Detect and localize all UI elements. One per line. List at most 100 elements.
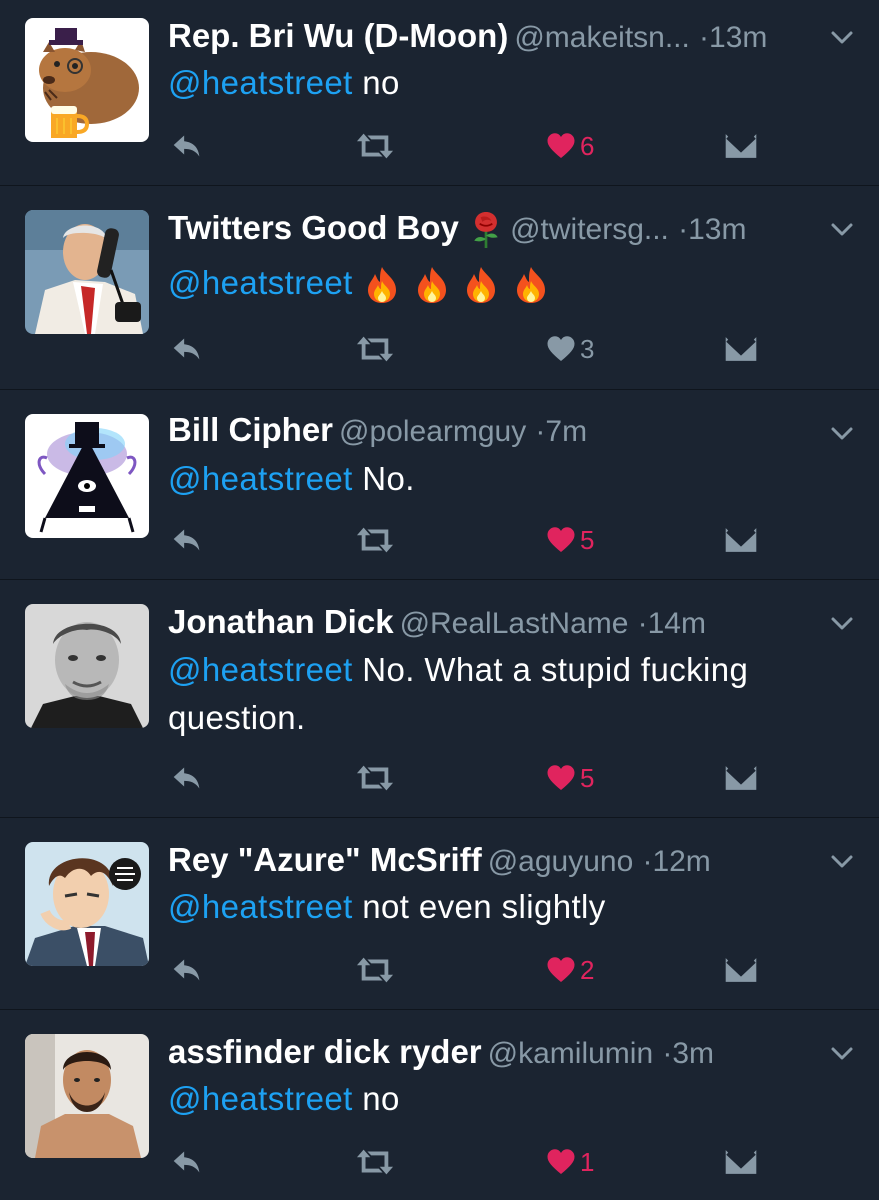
fire-icon xyxy=(362,264,402,306)
tweet[interactable]: Rep. Bri Wu (D-Moon) @makeitsn... ·13m @h… xyxy=(0,0,879,186)
user-handle[interactable]: @RealLastName xyxy=(400,607,629,640)
direct-message-button[interactable] xyxy=(724,950,758,990)
display-name[interactable]: Rey "Azure" McSriff xyxy=(168,841,482,878)
separator-dot: · xyxy=(662,1037,673,1070)
direct-message-button[interactable] xyxy=(724,126,758,166)
fire-icon xyxy=(511,264,551,306)
tweet-actions: 1 xyxy=(168,1142,799,1182)
timestamp[interactable]: 13m xyxy=(688,213,746,246)
user-handle[interactable]: @aguyuno xyxy=(488,845,634,878)
user-handle[interactable]: @twitersg... xyxy=(510,213,669,246)
reply-button[interactable] xyxy=(168,126,206,166)
like-count: 2 xyxy=(580,954,595,985)
retweet-icon xyxy=(354,127,396,165)
like-count: 6 xyxy=(580,130,595,161)
tweet-text: @heatstreet not even slightly xyxy=(168,884,839,930)
fire-icon xyxy=(461,264,501,306)
like-button[interactable]: 2 xyxy=(546,950,594,990)
like-button[interactable]: 3 xyxy=(546,329,594,369)
retweet-button[interactable] xyxy=(354,126,396,166)
separator-dot: · xyxy=(535,415,546,448)
mention-link[interactable]: @heatstreet xyxy=(168,1080,353,1117)
tweet[interactable]: Rey "Azure" McSriff @aguyuno ·12m @heatst… xyxy=(0,818,879,1010)
shirtless-man-photo xyxy=(25,1034,149,1158)
retweet-icon xyxy=(354,1143,396,1181)
reply-icon xyxy=(168,1143,206,1181)
display-name[interactable]: assfinder dick ryder xyxy=(168,1033,482,1070)
retweet-button[interactable] xyxy=(354,950,396,990)
like-button[interactable]: 5 xyxy=(546,520,594,560)
envelope-icon xyxy=(724,131,758,161)
retweet-button[interactable] xyxy=(354,1142,396,1182)
tweet[interactable]: Bill Cipher @polearmguy ·7m @heatstreet N… xyxy=(0,390,879,580)
avatar[interactable] xyxy=(25,842,149,966)
avatar[interactable] xyxy=(25,210,149,334)
reply-button[interactable] xyxy=(168,520,206,560)
heart-icon xyxy=(546,956,576,984)
envelope-icon xyxy=(724,525,758,555)
tweet-actions: 2 xyxy=(168,950,799,990)
chevron-down-icon[interactable] xyxy=(827,608,857,638)
envelope-icon xyxy=(724,1147,758,1177)
separator-dot: · xyxy=(642,845,653,878)
reply-icon xyxy=(168,521,206,559)
timestamp[interactable]: 7m xyxy=(545,415,587,448)
retweet-button[interactable] xyxy=(354,520,396,560)
avatar[interactable] xyxy=(25,18,149,142)
direct-message-button[interactable] xyxy=(724,758,758,798)
envelope-icon xyxy=(724,334,758,364)
avatar[interactable] xyxy=(25,1034,149,1158)
like-count: 5 xyxy=(580,524,595,555)
chevron-down-icon[interactable] xyxy=(827,846,857,876)
direct-message-button[interactable] xyxy=(724,329,758,369)
reply-button[interactable] xyxy=(168,1142,206,1182)
reply-icon xyxy=(168,759,206,797)
timestamp[interactable]: 12m xyxy=(652,845,710,878)
timestamp[interactable]: 13m xyxy=(709,21,767,54)
reply-button[interactable] xyxy=(168,329,206,369)
mention-link[interactable]: @heatstreet xyxy=(168,888,353,925)
chevron-down-icon[interactable] xyxy=(827,1038,857,1068)
reply-button[interactable] xyxy=(168,758,206,798)
like-button[interactable]: 1 xyxy=(546,1142,594,1182)
direct-message-button[interactable] xyxy=(724,1142,758,1182)
avatar[interactable] xyxy=(25,604,149,728)
separator-dot: · xyxy=(699,21,710,54)
tweet[interactable]: Twitters Good Boy @twitersg... ·13m @hea… xyxy=(0,186,879,390)
separator-dot: · xyxy=(637,607,648,640)
tweet[interactable]: assfinder dick ryder @kamilumin ·3m @heat… xyxy=(0,1010,879,1200)
direct-message-button[interactable] xyxy=(724,520,758,560)
tweet-actions: 5 xyxy=(168,758,799,798)
mention-link[interactable]: @heatstreet xyxy=(168,64,353,101)
retweet-button[interactable] xyxy=(354,758,396,798)
tweet-text: @heatstreet no xyxy=(168,1076,839,1122)
display-name[interactable]: Rep. Bri Wu (D-Moon) xyxy=(168,17,508,54)
mention-link[interactable]: @heatstreet xyxy=(168,460,353,497)
tweet-body: not even slightly xyxy=(362,888,606,925)
chevron-down-icon[interactable] xyxy=(827,214,857,244)
timestamp[interactable]: 14m xyxy=(648,607,706,640)
chevron-down-icon[interactable] xyxy=(827,418,857,448)
chevron-down-icon[interactable] xyxy=(827,22,857,52)
tweet-body: no xyxy=(362,1080,400,1117)
like-button[interactable]: 6 xyxy=(546,126,594,166)
timestamp[interactable]: 3m xyxy=(672,1037,714,1070)
avatar[interactable] xyxy=(25,414,149,538)
retweet-button[interactable] xyxy=(354,329,396,369)
display-name[interactable]: Twitters Good Boy xyxy=(168,209,459,246)
reply-button[interactable] xyxy=(168,950,206,990)
display-name[interactable]: Bill Cipher xyxy=(168,411,333,448)
tweet[interactable]: Jonathan Dick @RealLastName ·14m @heatstr… xyxy=(0,580,879,818)
mention-link[interactable]: @heatstreet xyxy=(168,264,353,301)
retweet-icon xyxy=(354,759,396,797)
user-handle[interactable]: @makeitsn... xyxy=(514,21,690,54)
tweet-text: @heatstreet no xyxy=(168,60,839,106)
retweet-icon xyxy=(354,521,396,559)
display-name[interactable]: Jonathan Dick xyxy=(168,603,394,640)
mention-link[interactable]: @heatstreet xyxy=(168,651,353,688)
user-handle[interactable]: @polearmguy xyxy=(339,415,526,448)
triangle-character-icon xyxy=(25,414,149,538)
like-button[interactable]: 5 xyxy=(546,758,594,798)
fire-icon xyxy=(412,264,452,306)
user-handle[interactable]: @kamilumin xyxy=(488,1037,653,1070)
